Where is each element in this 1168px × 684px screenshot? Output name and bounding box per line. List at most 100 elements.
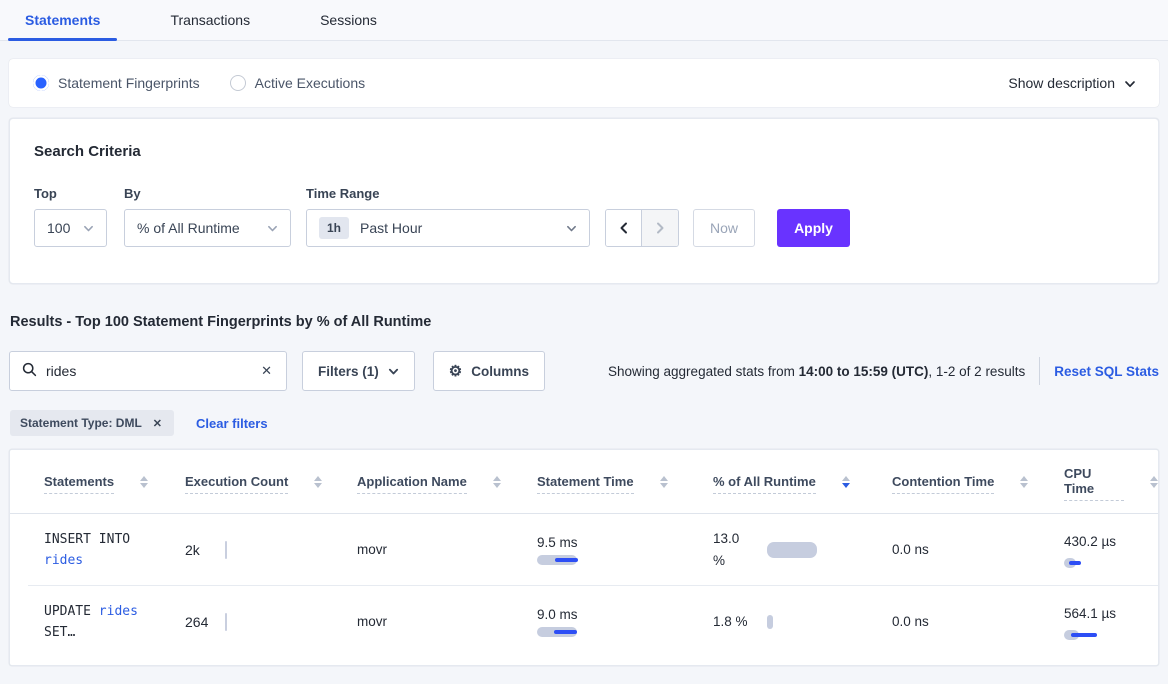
statement-link[interactable]: rides	[44, 553, 83, 568]
now-button[interactable]: Now	[693, 209, 755, 247]
gear-icon: ⚙	[449, 364, 462, 379]
statement-fingerprint-cell: INSERT INTO rides	[10, 529, 170, 571]
time-range-select[interactable]: 1h Past Hour	[306, 209, 590, 247]
sql-text: UPDATE	[44, 604, 99, 619]
column-label: CPU Time	[1064, 466, 1124, 501]
contention-time-cell: 0.0 ns	[892, 542, 1064, 557]
filters-button[interactable]: Filters (1)	[302, 351, 415, 391]
statement-time-cell: 9.5 ms	[537, 535, 713, 565]
columns-button[interactable]: ⚙ Columns	[433, 351, 545, 391]
search-icon	[22, 362, 37, 380]
search-input[interactable]	[46, 363, 259, 379]
column-header-pct-runtime[interactable]: % of All Runtime	[713, 474, 892, 494]
time-range-badge: 1h	[319, 217, 349, 239]
clear-search-icon[interactable]: ✕	[259, 363, 274, 379]
column-header-execution-count[interactable]: Execution Count	[185, 474, 357, 494]
sql-text: INSERT INTO	[44, 532, 130, 547]
chevron-down-icon	[388, 366, 399, 377]
top-tab-bar: Statements Transactions Sessions	[0, 0, 1168, 41]
column-header-cpu-time[interactable]: CPU Time	[1064, 466, 1158, 501]
column-label: Statement Time	[537, 474, 634, 494]
remove-filter-icon[interactable]: ✕	[151, 417, 164, 430]
clear-filters-link[interactable]: Clear filters	[196, 416, 268, 431]
statement-link[interactable]: rides	[99, 604, 138, 619]
column-header-statements[interactable]: Statements	[10, 474, 185, 494]
pct-runtime-cell: 1.8 %	[713, 611, 892, 633]
statement-time-value: 9.0 ms	[537, 607, 713, 622]
tab-sessions[interactable]: Sessions	[303, 0, 394, 40]
sort-icon	[660, 476, 668, 488]
view-mode-bar: Statement Fingerprints Active Executions…	[9, 59, 1159, 107]
statement-time-cell: 9.0 ms	[537, 607, 713, 637]
stats-prefix: Showing aggregated stats from	[608, 364, 799, 379]
column-label: Statements	[44, 474, 114, 494]
top-select-value: 100	[47, 220, 70, 236]
pct-runtime-cell: 13.0 %	[713, 528, 892, 572]
time-range-field: Time Range 1h Past Hour	[306, 186, 605, 247]
results-controls-row: ✕ Filters (1) ⚙ Columns Showing aggregat…	[9, 351, 1159, 391]
column-header-application-name[interactable]: Application Name	[357, 474, 537, 494]
contention-time-cell: 0.0 ns	[892, 614, 1064, 629]
tab-statements[interactable]: Statements	[8, 0, 117, 40]
column-header-contention-time[interactable]: Contention Time	[892, 474, 1064, 494]
tab-transactions[interactable]: Transactions	[153, 0, 267, 40]
cpu-time-value: 564.1 µs	[1064, 603, 1120, 625]
statement-fingerprint-cell: UPDATE rides SET…	[10, 601, 170, 643]
chevron-down-icon	[566, 223, 577, 234]
pct-runtime-bar	[767, 542, 817, 558]
chevron-down-icon	[267, 223, 278, 234]
pct-runtime-value: 13.0 %	[713, 528, 755, 572]
column-label: Contention Time	[892, 474, 994, 494]
radio-statement-fingerprints-label: Statement Fingerprints	[58, 75, 200, 91]
radio-active-executions[interactable]: Active Executions	[230, 75, 366, 91]
table-header-row: Statements Execution Count Application N…	[10, 450, 1158, 514]
search-box: ✕	[9, 351, 287, 391]
next-interval-button[interactable]	[642, 210, 678, 246]
filter-chip-label: Statement Type: DML	[20, 416, 142, 430]
time-range-label: Time Range	[306, 186, 605, 201]
table-row: INSERT INTO rides 2k movr 9.5 ms 13.0 % …	[10, 514, 1158, 585]
execution-count-cell: 264	[185, 613, 357, 631]
reset-sql-stats-link[interactable]: Reset SQL Stats	[1054, 364, 1159, 379]
filter-chip-statement-type[interactable]: Statement Type: DML ✕	[10, 410, 174, 436]
execution-count-bar	[225, 613, 227, 631]
cpu-time-cell: 430.2 µs	[1064, 531, 1120, 568]
sort-desc-icon	[842, 476, 850, 488]
cpu-time-bar	[1064, 630, 1079, 640]
top-field: Top 100	[34, 186, 124, 247]
top-select[interactable]: 100	[34, 209, 107, 247]
execution-count-bar	[225, 541, 227, 559]
sql-text: SET…	[44, 625, 75, 640]
apply-button[interactable]: Apply	[777, 209, 850, 247]
execution-count-cell: 2k	[185, 541, 357, 559]
by-label: By	[124, 186, 306, 201]
radio-statement-fingerprints[interactable]: Statement Fingerprints	[33, 75, 200, 91]
time-window-stepper	[605, 209, 679, 247]
by-select-value: % of All Runtime	[137, 220, 240, 236]
chevron-down-icon	[1124, 78, 1135, 89]
time-range-value: Past Hour	[360, 220, 422, 236]
execution-count-value: 264	[185, 614, 225, 630]
column-header-statement-time[interactable]: Statement Time	[537, 474, 713, 494]
by-select[interactable]: % of All Runtime	[124, 209, 291, 247]
filters-button-label: Filters (1)	[318, 364, 379, 379]
vertical-divider	[1039, 357, 1040, 385]
show-description-toggle[interactable]: Show description	[1008, 75, 1135, 91]
active-filters-row: Statement Type: DML ✕ Clear filters	[10, 410, 1158, 436]
stats-result-count: , 1-2 of 2 results	[928, 364, 1025, 379]
sort-icon	[314, 476, 322, 488]
radio-active-executions-label: Active Executions	[255, 75, 366, 91]
by-field: By % of All Runtime	[124, 186, 306, 247]
pct-runtime-bar	[767, 615, 773, 629]
radio-selected-icon	[33, 75, 49, 91]
sort-icon	[493, 476, 501, 488]
application-name-cell: movr	[357, 542, 537, 557]
aggregated-stats-text: Showing aggregated stats from 14:00 to 1…	[608, 364, 1025, 379]
statements-table: Statements Execution Count Application N…	[9, 449, 1159, 666]
execution-count-value: 2k	[185, 542, 225, 558]
column-label: % of All Runtime	[713, 474, 816, 494]
pct-runtime-value: 1.8 %	[713, 611, 755, 633]
sort-icon	[1020, 476, 1028, 488]
application-name-cell: movr	[357, 614, 537, 629]
previous-interval-button[interactable]	[606, 210, 642, 246]
